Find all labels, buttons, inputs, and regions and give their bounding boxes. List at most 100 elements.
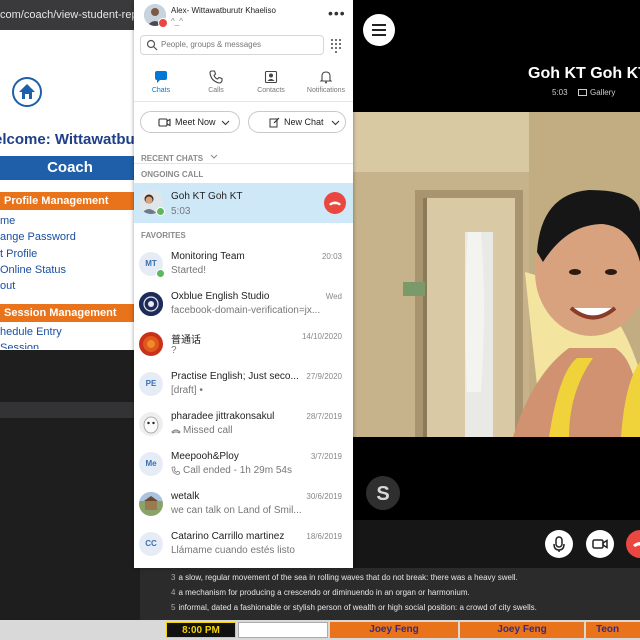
browser-url-bar[interactable]: com/coach/view-student-report — [0, 0, 140, 30]
tab-label: Contacts — [257, 87, 285, 94]
contact-name: 普通话 — [171, 335, 201, 346]
favorite-item[interactable]: wetalk we can talk on Land of Smil... 30… — [134, 485, 353, 525]
contact-initials: PE — [139, 372, 163, 396]
microphone-button[interactable] — [545, 530, 573, 558]
new-chat-button[interactable]: New Chat — [248, 111, 346, 133]
tab-calls[interactable]: Calls — [191, 68, 241, 98]
session-management-text: Session Management — [4, 307, 117, 319]
session-link-schedule-entry[interactable]: hedule Entry — [0, 326, 62, 338]
profile-link-change-password[interactable]: ange Password — [0, 231, 76, 243]
favorite-item[interactable]: Me Meepooh&Ploy Call ended - 1h 29m 54s … — [134, 445, 353, 485]
skype-sidebar-panel: Alex- Wittawatburutr Khaeliso ^_^ ••• Pe… — [134, 0, 353, 568]
dictionary-definition-3: 3a slow, regular movement of the sea in … — [171, 573, 518, 582]
tab-chats[interactable]: Chats — [136, 68, 186, 98]
gallery-view-toggle[interactable]: Gallery — [578, 88, 615, 97]
chevron-down-icon — [210, 154, 217, 159]
meet-now-label: Meet Now — [175, 117, 216, 127]
remote-video-feed — [353, 112, 640, 437]
favorite-item[interactable]: CC Catarino Carrillo martinez Llámame cu… — [134, 525, 353, 565]
definition-number: 4 — [171, 588, 176, 597]
last-message: [draft] • — [171, 385, 203, 396]
message-date: 20:03 — [321, 252, 342, 261]
contact-initials: Me — [139, 452, 163, 476]
message-date: 18/6/2019 — [306, 532, 342, 541]
message-date: 3/7/2019 — [310, 452, 342, 461]
contact-name: Oxblue English Studio — [171, 291, 270, 302]
message-date: 28/7/2019 — [306, 412, 342, 421]
search-icon — [146, 39, 158, 51]
status-busy-indicator — [158, 18, 168, 28]
call-ended-status: Call ended - 1h 29m 54s — [171, 465, 292, 476]
profile-link-edit-profile[interactable]: t Profile — [0, 248, 37, 260]
last-message: ? — [171, 345, 177, 356]
definition-text: a slow, regular movement of the sea in r… — [178, 573, 518, 582]
tab-notifications[interactable]: Notifications — [301, 68, 351, 98]
video-camera-icon — [592, 539, 608, 549]
missed-call-text: Missed call — [183, 425, 233, 436]
tab-contacts[interactable]: Contacts — [246, 68, 296, 98]
message-date: 30/6/2019 — [306, 492, 342, 501]
profile-link-online-status[interactable]: Online Status — [0, 264, 66, 276]
dialpad-icon[interactable] — [328, 37, 344, 53]
session-management-heading: Session Management — [0, 304, 140, 322]
gallery-label: Gallery — [590, 88, 616, 97]
meet-now-button[interactable]: Meet Now — [140, 111, 240, 133]
hamburger-icon — [372, 29, 386, 31]
favorite-item[interactable]: MT Monitoring Team Started! 20:03 — [134, 245, 353, 285]
section-divider — [134, 163, 353, 164]
hang-up-icon — [329, 201, 341, 206]
end-call-button[interactable] — [626, 530, 640, 558]
profile-link-home[interactable]: me — [0, 215, 15, 227]
contact-name: Practise English; Just seco... — [171, 371, 299, 382]
call-caller-name: Goh KT Goh KT — [528, 65, 640, 82]
contact-initials: CC — [139, 532, 163, 556]
ongoing-call-row[interactable]: Goh KT Goh KT 5:03 — [134, 183, 353, 223]
video-scene-illustration — [353, 112, 640, 437]
contact-name: Catarino Carrillo martinez — [171, 531, 285, 542]
profile-management-heading: Profile Management — [0, 192, 140, 210]
welcome-heading: elcome: Wittawatbu — [0, 131, 135, 148]
profile-mood: ^_^ — [171, 17, 183, 26]
call-duration: 5:03 — [552, 88, 568, 97]
ongoing-hang-up-button[interactable] — [324, 192, 346, 214]
background-editor-area — [0, 350, 140, 620]
timetable-booking-cell[interactable]: Teon — [586, 622, 640, 638]
call-timer: 5:03 — [171, 206, 191, 217]
definition-text: a mechanism for producing a crescendo or… — [178, 588, 470, 597]
microphone-icon — [553, 536, 565, 552]
contact-name: Monitoring Team — [171, 251, 245, 262]
bell-icon — [319, 71, 333, 84]
camera-button[interactable] — [586, 530, 614, 558]
gallery-icon — [578, 89, 587, 97]
contact-name: Goh KT Goh KT — [171, 191, 243, 202]
contact-name: wetalk — [171, 491, 200, 502]
online-status-indicator — [156, 207, 165, 216]
meet-now-icon — [158, 118, 171, 127]
favorite-item[interactable]: Oxblue English Studio facebook-domain-ve… — [134, 285, 353, 325]
more-horizontal-icon[interactable]: ••• — [328, 5, 346, 21]
favorite-item[interactable]: pharadee jittrakonsakul Missed call 28/7… — [134, 405, 353, 445]
online-status-indicator — [156, 269, 165, 278]
contact-name: Meepooh&Ploy — [171, 451, 239, 462]
chevron-down-icon — [331, 120, 340, 126]
tab-label: Chats — [151, 87, 171, 94]
call-menu-button[interactable] — [363, 14, 395, 46]
timetable-time-cell: 8:00 PM — [166, 622, 236, 638]
home-icon[interactable] — [12, 77, 42, 107]
favorite-item[interactable]: 普通话 ? 14/10/2020 — [134, 325, 353, 365]
definition-number: 5 — [171, 603, 176, 612]
coach-banner: Coach — [0, 156, 140, 180]
message-date: 27/9/2020 — [306, 372, 342, 381]
profile-link-logout[interactable]: out — [0, 280, 15, 292]
message-date: 14/10/2020 — [301, 332, 342, 341]
timetable-booking-cell[interactable]: Joey Feng — [330, 622, 458, 638]
session-link-session[interactable]: Session — [0, 342, 39, 349]
definition-number: 3 — [171, 573, 176, 582]
favorite-item[interactable]: PE Practise English; Just seco... [draft… — [134, 365, 353, 405]
contact-avatar — [139, 492, 163, 516]
phone-icon — [209, 70, 223, 84]
timetable-booking-cell[interactable]: Joey Feng — [460, 622, 584, 638]
pencil-icon — [269, 117, 280, 128]
search-input[interactable]: People, groups & messages — [140, 35, 324, 55]
ongoing-call-label: ONGOING CALL — [141, 170, 204, 179]
